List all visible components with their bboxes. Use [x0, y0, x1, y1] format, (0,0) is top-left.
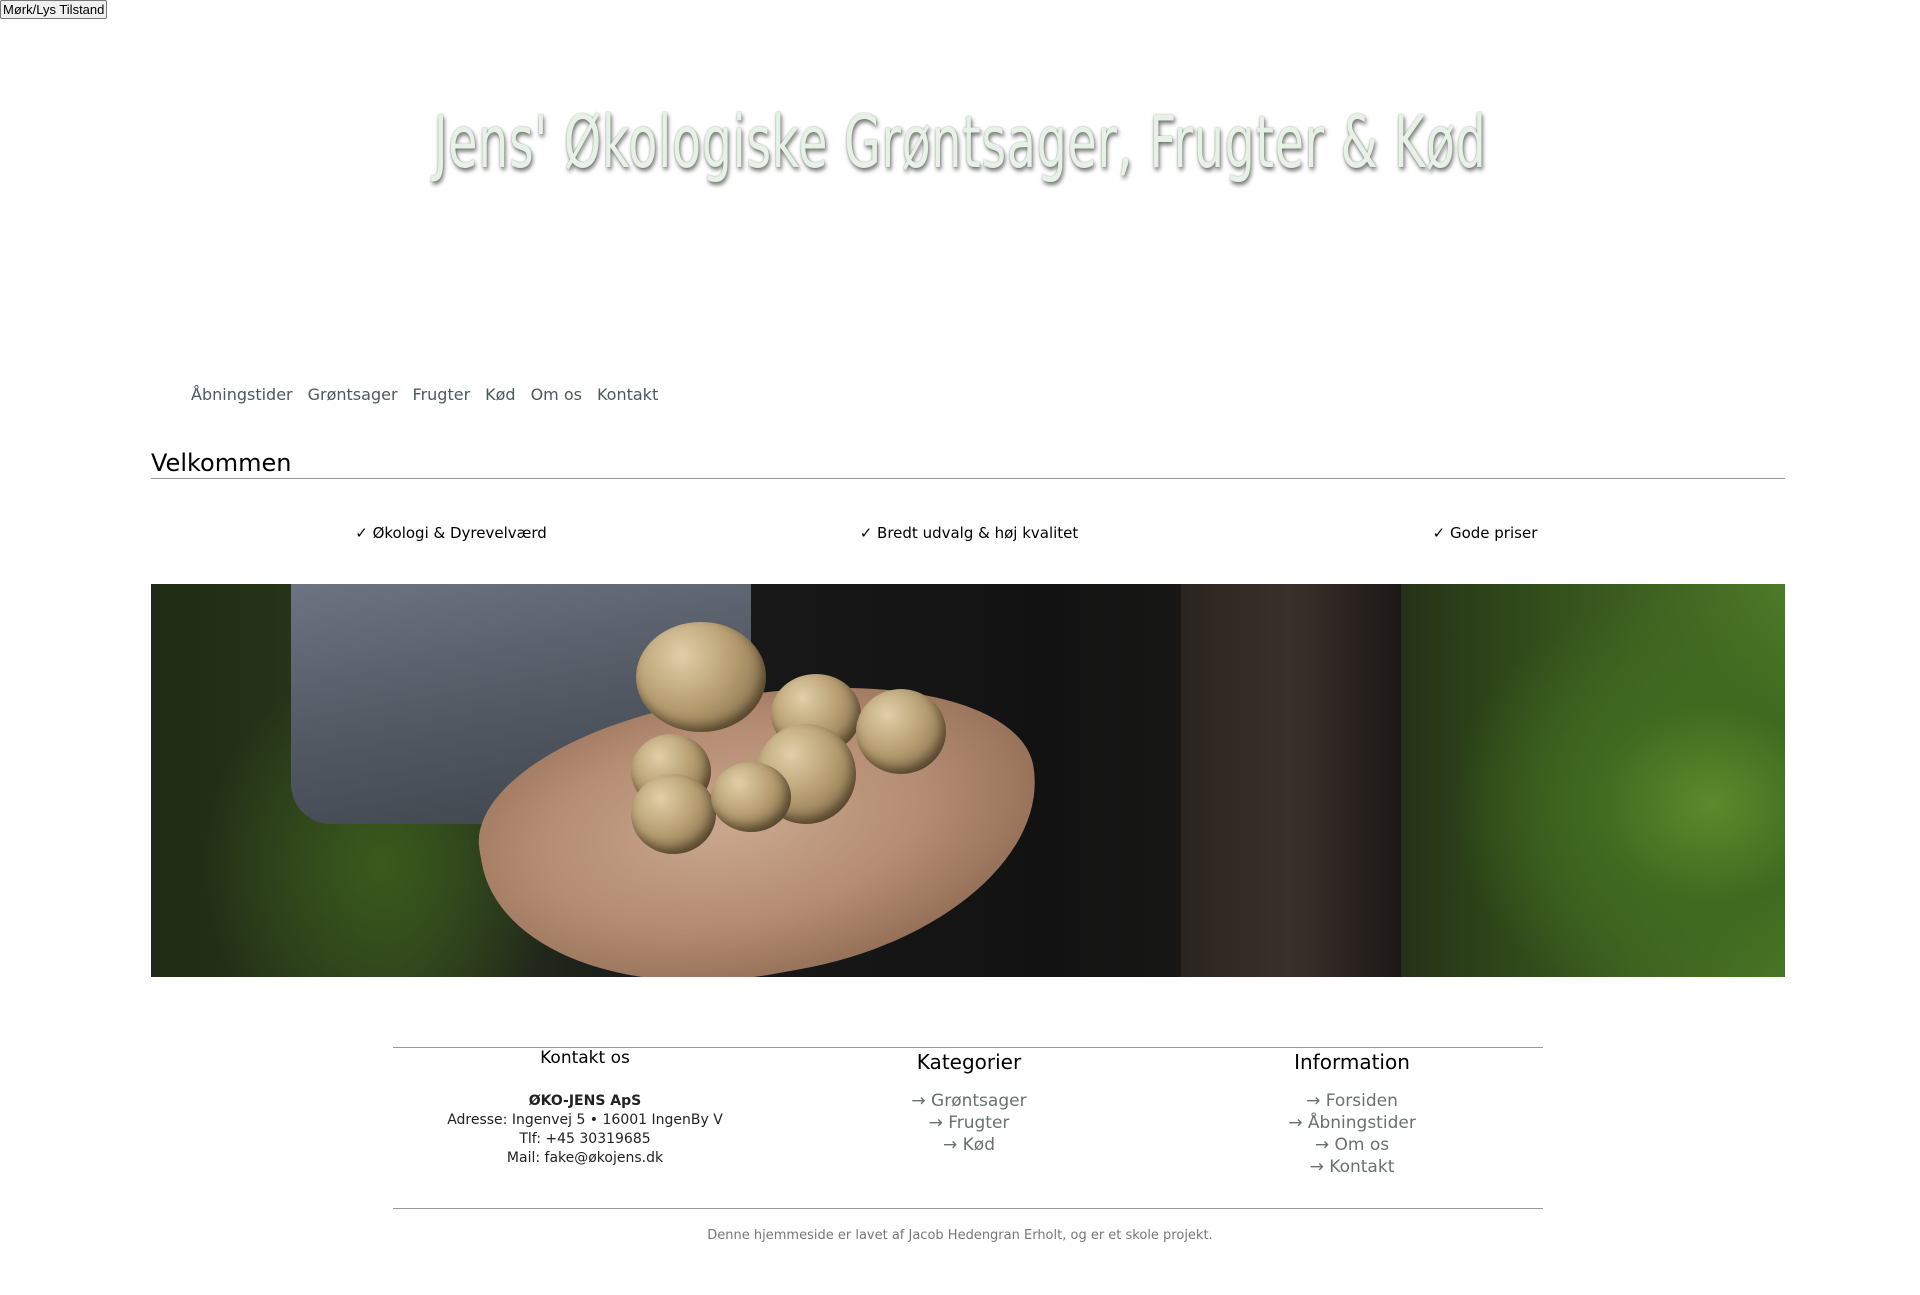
footer-address: Adresse: Ingenvej 5 • 16001 IngenBy V: [447, 1112, 723, 1128]
welcome-heading: Velkommen: [151, 449, 1785, 479]
main-nav: Åbningstider Grøntsager Frugter Kød Om o…: [191, 385, 658, 404]
footer-bottom-divider: [393, 1208, 1543, 1209]
footer-contact: Kontakt os ØKO-JENS ApS Adresse: Ingenve…: [395, 1048, 775, 1168]
potato-shape: [856, 689, 946, 774]
footer-link-grontsager[interactable]: → Grøntsager: [779, 1090, 1159, 1112]
footer-information-heading: Information: [1294, 1050, 1410, 1074]
footer-categories-heading: Kategorier: [916, 1050, 1022, 1074]
site-title: Jens' Økologiske Grøntsager, Frugter & K…: [433, 100, 1487, 184]
potato-shape: [711, 762, 791, 832]
feature-prices: ✓ Gode priser: [1432, 524, 1538, 542]
footer-link-kontakt[interactable]: → Kontakt: [1162, 1156, 1542, 1178]
nav-item-kontakt[interactable]: Kontakt: [597, 385, 658, 404]
nav-item-abningstider[interactable]: Åbningstider: [191, 385, 293, 404]
footer-link-om-os[interactable]: → Om os: [1162, 1134, 1542, 1156]
feature-selection: ✓ Bredt udvalg & høj kvalitet: [859, 524, 1079, 542]
footer-link-abningstider[interactable]: → Åbningstider: [1162, 1112, 1542, 1134]
nav-item-om-os[interactable]: Om os: [531, 385, 582, 404]
footer-contact-heading: Kontakt os: [540, 1048, 630, 1068]
hero-jacket-shape: [1181, 584, 1401, 977]
footer-credit: Denne hjemmeside er lavet af Jacob Heden…: [707, 1228, 1213, 1243]
nav-item-grontsager[interactable]: Grøntsager: [308, 385, 398, 404]
footer-mail: Mail: fake@økojens.dk: [506, 1150, 664, 1166]
footer-link-kod[interactable]: → Kød: [779, 1134, 1159, 1156]
footer-link-frugter[interactable]: → Frugter: [779, 1112, 1159, 1134]
theme-toggle-button[interactable]: Mørk/Lys Tilstand: [0, 0, 108, 19]
footer-categories: Kategorier → Grøntsager → Frugter → Kød: [779, 1048, 1159, 1156]
potato-shape: [636, 622, 766, 732]
potato-shape: [631, 774, 716, 854]
footer-company-name: ØKO-JENS ApS: [528, 1093, 642, 1109]
footer-link-forsiden[interactable]: → Forsiden: [1162, 1090, 1542, 1112]
feature-organic: ✓ Økologi & Dyrevelværd: [355, 524, 547, 542]
footer-information: Information → Forsiden → Åbningstider → …: [1162, 1048, 1542, 1178]
nav-item-kod[interactable]: Kød: [485, 385, 515, 404]
nav-item-frugter[interactable]: Frugter: [413, 385, 471, 404]
footer-phone: Tlf: +45 30319685: [519, 1131, 651, 1147]
hero-image-potatoes-in-hand: [151, 584, 1785, 977]
